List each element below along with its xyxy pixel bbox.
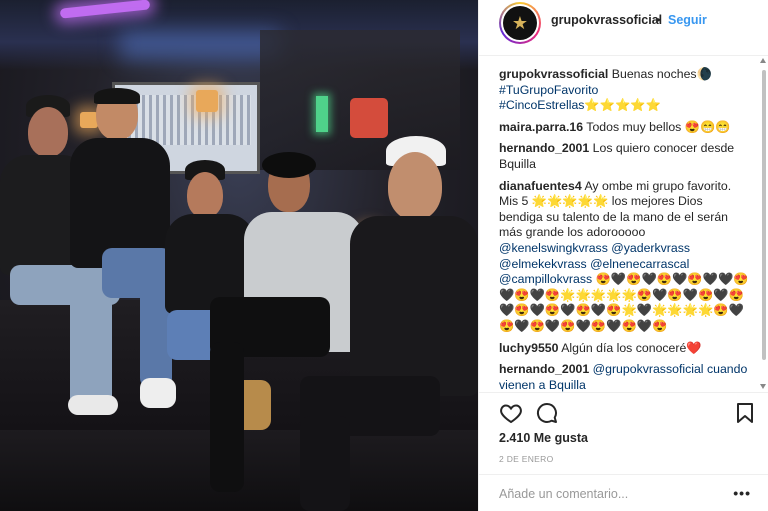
list-item: dianafuentes4 Ay ombe mi grupo favorito.… (499, 179, 749, 335)
list-item: hernando_2001 @grupokvrassoficial cuando… (499, 362, 749, 392)
comment-username[interactable]: maira.parra.16 (499, 120, 583, 134)
person (300, 136, 478, 511)
comment-text: Buenas noches🌘 (611, 67, 712, 81)
comment-username[interactable]: grupokvrassoficial (499, 67, 608, 81)
comment-icon[interactable] (535, 401, 559, 425)
post-header: ★ grupokvrassoficial • Seguir (479, 0, 768, 56)
separator-dot: • (656, 13, 661, 27)
post-date: 2 DE ENERO (499, 454, 554, 464)
add-comment-bar: ••• (479, 474, 768, 511)
comment-username[interactable]: hernando_2001 (499, 362, 589, 376)
list-item: maira.parra.16 Todos muy bellos 😍😁😁 (499, 120, 749, 136)
heart-icon[interactable] (499, 401, 523, 425)
comment-input[interactable] (499, 485, 729, 503)
comments-list[interactable]: grupokvrassoficial Buenas noches🌘 #TuGru… (479, 56, 768, 392)
comment-username[interactable]: dianafuentes4 (499, 179, 582, 193)
comment-username[interactable]: luchy9550 (499, 341, 558, 355)
scrollbar-thumb[interactable] (762, 70, 766, 360)
likes-count[interactable]: 2.410 Me gusta (499, 431, 588, 445)
person (62, 88, 182, 418)
scroll-down-arrow-icon[interactable] (760, 384, 766, 389)
green-light (316, 96, 328, 132)
blue-glow (120, 30, 280, 60)
post-photo[interactable] (0, 0, 478, 511)
lamp (196, 90, 218, 112)
hashtag-link[interactable]: #TuGrupoFavorito (499, 83, 598, 97)
scroll-up-arrow-icon[interactable] (760, 58, 766, 63)
caption: grupokvrassoficial Buenas noches🌘 #TuGru… (499, 67, 749, 114)
bookmark-icon[interactable] (733, 401, 757, 425)
red-decor (350, 98, 388, 138)
star-logo-icon: ★ (503, 6, 537, 40)
hashtag-link[interactable]: #CincoEstrellas⭐⭐⭐⭐⭐ (499, 98, 661, 112)
more-options-icon[interactable]: ••• (733, 485, 751, 501)
comment-username[interactable]: hernando_2001 (499, 141, 589, 155)
avatar[interactable]: ★ (499, 2, 541, 44)
list-item: luchy9550 Algún día los conoceré❤️ (499, 341, 749, 357)
list-item: hernando_2001 Los quiero conocer desde B… (499, 141, 749, 172)
action-bar (479, 392, 768, 432)
follow-button[interactable]: Seguir (668, 13, 707, 27)
comment-text: Todos muy bellos 😍😁😁 (586, 119, 731, 134)
comment-text: Algún día los conoceré❤️ (561, 340, 702, 355)
post-sidebar: ★ grupokvrassoficial • Seguir grupokvras… (478, 0, 768, 511)
header-username[interactable]: grupokvrassoficial (551, 13, 662, 27)
